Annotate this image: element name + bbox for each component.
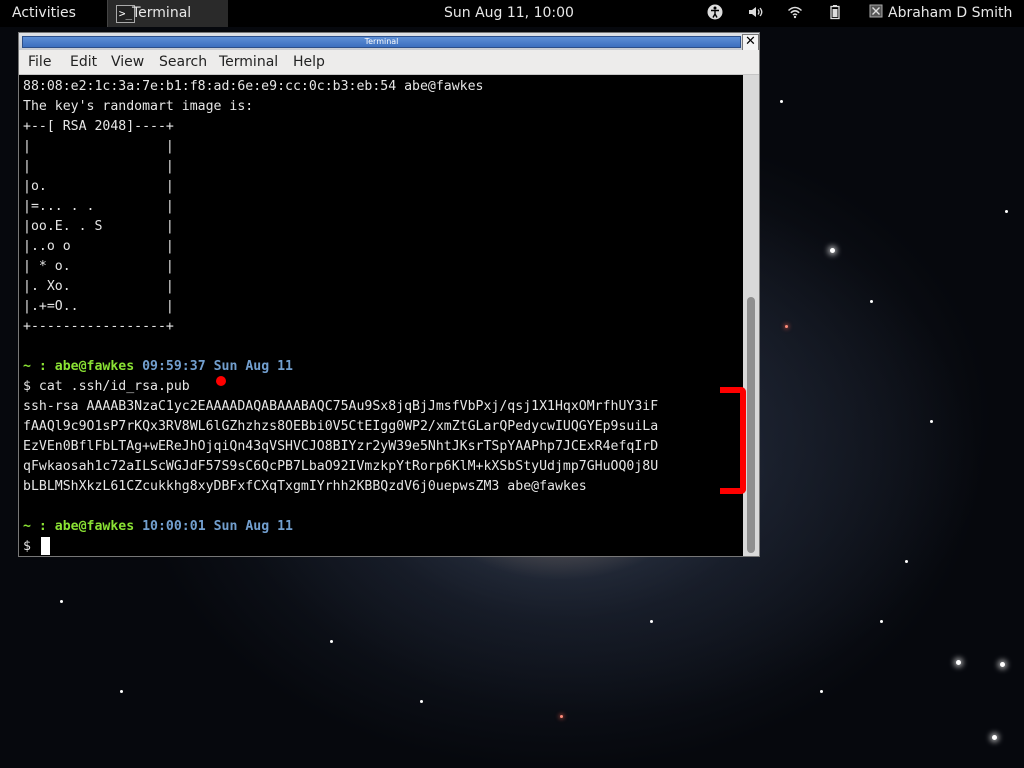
- randomart-line: +--[ RSA 2048]----+: [23, 119, 174, 134]
- window-title: Terminal: [22, 36, 741, 48]
- star: [870, 300, 873, 303]
- prompt-cwd: ~ :: [23, 519, 55, 534]
- prompt-time: 09:59:37 Sun Aug 11: [134, 359, 293, 374]
- shell-prompt: ~ : abe@fawkes 09:59:37 Sun Aug 11: [23, 357, 293, 377]
- text-cursor: [41, 537, 50, 555]
- prompt-user: abe: [54, 359, 79, 374]
- key-line: ssh-rsa AAAAB3NzaC1yc2EAAAADAQABAAABAQC7…: [23, 399, 659, 414]
- prompt-time: 10:00:01 Sun Aug 11: [134, 519, 293, 534]
- battery-icon[interactable]: [826, 4, 844, 22]
- star: [120, 690, 123, 693]
- window-titlebar[interactable]: Terminal ✕: [19, 33, 759, 51]
- menu-view[interactable]: View: [111, 54, 144, 70]
- star: [956, 660, 961, 665]
- terminal-line: 88:08:e2:1c:3a:7e:b1:f8:ad:6e:e9:cc:0c:b…: [23, 79, 484, 94]
- randomart-line: |oo.E. . S |: [23, 219, 174, 234]
- star: [830, 248, 835, 253]
- wifi-icon[interactable]: [786, 4, 804, 22]
- menu-terminal[interactable]: Terminal: [219, 54, 278, 70]
- key-line: qFwkaosah1c72aILScWGJdF57S9sC6QcPB7LbaO9…: [23, 459, 659, 474]
- star: [1005, 210, 1008, 213]
- star: [1000, 662, 1005, 667]
- accessibility-icon[interactable]: [706, 4, 724, 22]
- key-line: bLBLMShXkzL61CZcukkhg8xyDBFxfCXqTxgmIYrh…: [23, 479, 587, 494]
- close-button[interactable]: ✕: [742, 34, 759, 51]
- volume-icon[interactable]: [746, 4, 764, 22]
- star: [420, 700, 423, 703]
- menu-file[interactable]: File: [28, 54, 51, 70]
- prompt-user: abe: [54, 519, 79, 534]
- randomart-line: +-----------------+: [23, 319, 174, 334]
- star: [560, 715, 563, 718]
- prompt-host: @fawkes: [78, 519, 135, 534]
- prompt-cwd: ~ :: [23, 359, 55, 374]
- scrollbar-thumb[interactable]: [747, 297, 755, 553]
- activities-button[interactable]: Activities: [12, 5, 76, 21]
- clock-button[interactable]: Sun Aug 11, 10:00: [444, 5, 574, 21]
- command-line: $ cat .ssh/id_rsa.pub: [23, 379, 190, 394]
- key-line: EzVEn0BflFbLTAg+wEReJhOjqiQn43qVSHVCJO8B…: [23, 439, 659, 454]
- star: [930, 420, 933, 423]
- star: [650, 620, 653, 623]
- star: [785, 325, 788, 328]
- app-menu-button[interactable]: >_ Terminal: [107, 0, 228, 27]
- randomart-line: |o. |: [23, 179, 174, 194]
- star: [60, 600, 63, 603]
- menu-bar: File Edit View Search Terminal Help: [19, 50, 759, 75]
- star: [820, 690, 823, 693]
- terminal-line: The key's randomart image is:: [23, 99, 254, 114]
- annotation-dot: [216, 376, 226, 386]
- randomart-line: |.+=O.. |: [23, 299, 174, 314]
- shell-prompt: ~ : abe@fawkes 10:00:01 Sun Aug 11: [23, 517, 293, 537]
- prompt-host: @fawkes: [78, 359, 135, 374]
- menu-help[interactable]: Help: [293, 54, 325, 70]
- randomart-line: |..o o |: [23, 239, 174, 254]
- randomart-line: | * o. |: [23, 259, 174, 274]
- star: [780, 100, 783, 103]
- menu-search[interactable]: Search: [159, 54, 207, 70]
- randomart-line: | |: [23, 159, 174, 174]
- app-menu-label: Terminal: [132, 5, 192, 21]
- input-prompt: $: [23, 539, 39, 554]
- key-line: fAAQl9c9O1sP7rKQx3RV8WL6lGZhzhzs8OEBbi0V…: [23, 419, 659, 434]
- randomart-line: |. Xo. |: [23, 279, 174, 294]
- top-bar: Activities >_ Terminal Sun Aug 11, 10:00…: [0, 0, 1024, 27]
- annotation-bracket: [720, 387, 746, 494]
- terminal-output[interactable]: 88:08:e2:1c:3a:7e:b1:f8:ad:6e:e9:cc:0c:b…: [19, 75, 743, 556]
- terminal-window: Terminal ✕ File Edit View Search Termina…: [18, 32, 760, 557]
- user-status-icon: [867, 4, 885, 22]
- menu-edit[interactable]: Edit: [70, 54, 97, 70]
- star: [330, 640, 333, 643]
- randomart-line: | |: [23, 139, 174, 154]
- star: [880, 620, 883, 623]
- star: [992, 735, 997, 740]
- star: [905, 560, 908, 563]
- randomart-line: |=... . . |: [23, 199, 174, 214]
- user-menu-button[interactable]: Abraham D Smith: [888, 5, 1012, 21]
